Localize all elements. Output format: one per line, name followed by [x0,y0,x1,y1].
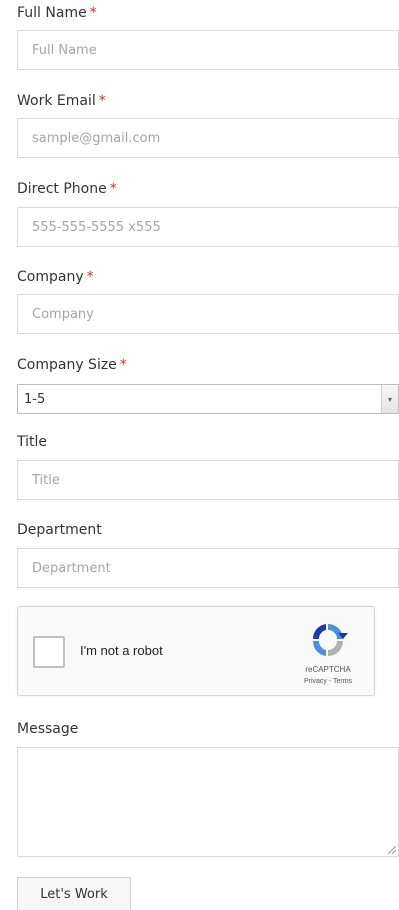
submit-button[interactable]: Let's Work [17,877,131,910]
company-size-select[interactable]: 1-5 ▾ [17,384,399,414]
recaptcha-brand: reCAPTCHA [305,665,351,674]
recaptcha-logo-icon [312,624,348,656]
chevron-down-icon[interactable]: ▾ [381,385,398,413]
department-label-text: Department [17,522,102,538]
work-email-input[interactable] [17,118,399,158]
direct-phone-label: Direct Phone * [17,180,117,198]
message-label: Message [17,720,78,738]
direct-phone-label-text: Direct Phone [17,181,107,197]
required-mark: * [89,5,97,21]
contact-form: Full Name* Work Email* Direct Phone* Com… [0,0,399,910]
required-mark: * [109,181,117,197]
recaptcha-privacy-terms-links[interactable]: Privacy - Terms [288,678,368,685]
recaptcha-checkbox-label: I'm not a robot [80,643,163,658]
required-mark: * [119,357,127,373]
company-label-text: Company [17,269,84,285]
company-size-selected-value: 1-5 [24,391,46,407]
department-input[interactable] [17,548,399,588]
company-input[interactable] [17,294,399,334]
message-textarea[interactable] [17,747,399,857]
message-label-text: Message [17,721,79,737]
work-email-label: Work Email * [17,92,106,110]
recaptcha-checkbox[interactable] [33,636,65,668]
full-name-input[interactable] [17,30,399,70]
recaptcha-widget: I'm not a robot reCAPTCHA Privacy - Term… [17,606,375,696]
company-size-label: Company Size * [17,356,127,374]
required-mark: * [86,269,94,285]
title-label-text: Title [17,434,48,450]
company-label: Company * [17,268,94,286]
required-mark: * [98,93,106,109]
title-input[interactable] [17,460,399,500]
title-label: Title [17,433,47,451]
direct-phone-input[interactable] [17,207,399,247]
full-name-label-text: Full Name [17,5,87,21]
work-email-label-text: Work Email [17,93,96,109]
company-size-label-text: Company Size [17,357,117,373]
department-label: Department [17,521,102,539]
full-name-label: Full Name * [17,4,97,22]
resize-grip-icon[interactable] [388,846,396,854]
